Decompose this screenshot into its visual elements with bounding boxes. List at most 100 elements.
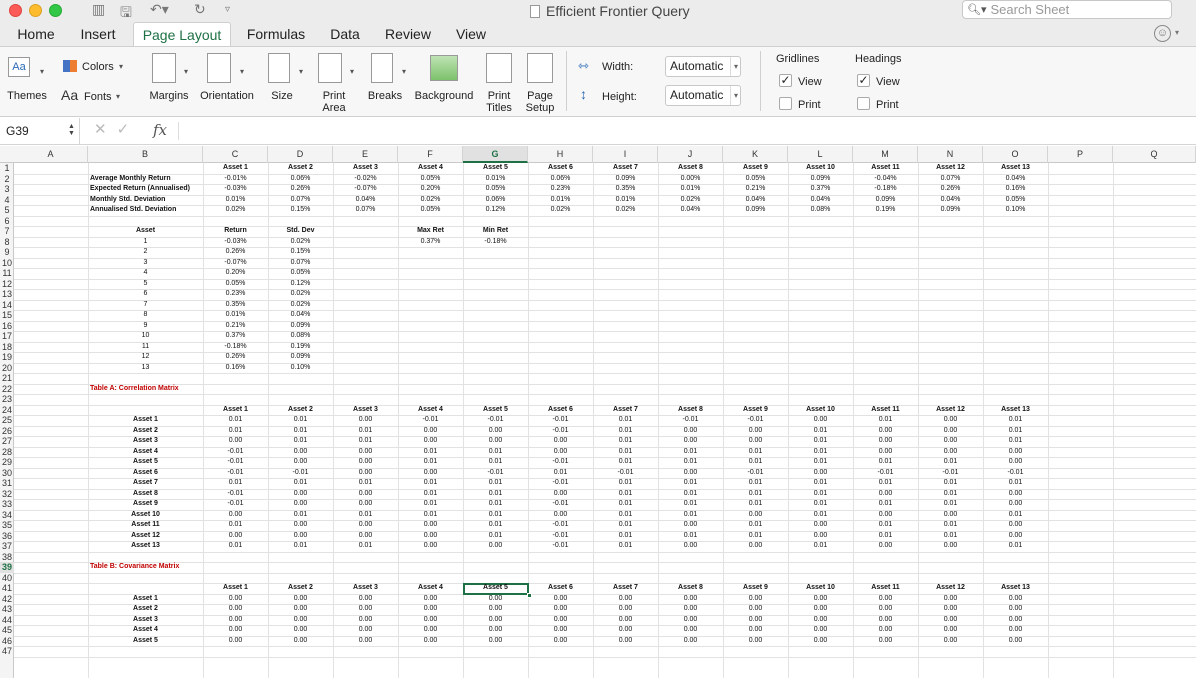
row-header-5[interactable]: 5 xyxy=(0,205,14,216)
row-header-27[interactable]: 27 xyxy=(0,436,14,447)
column-header-b[interactable]: B xyxy=(88,146,203,163)
themes-dropdown-icon[interactable]: ▾ xyxy=(40,67,44,76)
fonts-button-label[interactable]: Fonts xyxy=(84,91,112,103)
tab-page-layout[interactable]: Page Layout xyxy=(133,22,231,46)
column-header-k[interactable]: K xyxy=(723,146,788,163)
row-header-7[interactable]: 7 xyxy=(0,226,14,237)
row-header-12[interactable]: 12 xyxy=(0,279,14,290)
row-header-24[interactable]: 24 xyxy=(0,405,14,416)
fonts-icon[interactable]: Aa xyxy=(61,87,78,103)
row-header-47[interactable]: 47 xyxy=(0,646,14,657)
tab-formulas[interactable]: Formulas xyxy=(240,22,312,46)
column-header-c[interactable]: C xyxy=(203,146,268,163)
row-header-21[interactable]: 21 xyxy=(0,373,14,384)
minimize-window-button[interactable] xyxy=(29,4,42,17)
row-header-30[interactable]: 30 xyxy=(0,468,14,479)
print-area-dropdown-icon[interactable]: ▾ xyxy=(350,67,354,76)
headings-view-checkbox[interactable]: ✓ xyxy=(857,74,870,87)
tab-data[interactable]: Data xyxy=(322,22,368,46)
redo-icon[interactable]: ↻ xyxy=(194,2,206,18)
row-header-32[interactable]: 32 xyxy=(0,489,14,500)
column-header-n[interactable]: N xyxy=(918,146,983,163)
row-header-29[interactable]: 29 xyxy=(0,457,14,468)
row-header-34[interactable]: 34 xyxy=(0,510,14,521)
row-header-2[interactable]: 2 xyxy=(0,174,14,185)
row-header-3[interactable]: 3 xyxy=(0,184,14,195)
row-header-9[interactable]: 9 xyxy=(0,247,14,258)
size-icon[interactable] xyxy=(268,53,290,83)
page-setup-button-label[interactable]: Page Setup xyxy=(522,90,558,114)
column-header-p[interactable]: P xyxy=(1048,146,1113,163)
feedback-smiley-icon[interactable]: ☺ xyxy=(1154,25,1171,42)
formula-input[interactable] xyxy=(184,118,1184,144)
orientation-icon[interactable] xyxy=(207,53,231,83)
margins-button-label[interactable]: Margins xyxy=(146,90,192,102)
row-header-26[interactable]: 26 xyxy=(0,426,14,437)
tab-home[interactable]: Home xyxy=(8,22,64,46)
breaks-button-label[interactable]: Breaks xyxy=(364,90,406,102)
breaks-icon[interactable] xyxy=(371,53,393,83)
themes-icon[interactable]: Aa xyxy=(8,57,30,77)
column-header-g[interactable]: G xyxy=(463,146,528,163)
size-dropdown-icon[interactable]: ▾ xyxy=(299,67,303,76)
column-header-h[interactable]: H xyxy=(528,146,593,163)
row-header-37[interactable]: 37 xyxy=(0,541,14,552)
row-header-17[interactable]: 17 xyxy=(0,331,14,342)
row-header-25[interactable]: 25 xyxy=(0,415,14,426)
orientation-button-label[interactable]: Orientation xyxy=(197,90,257,102)
gridlines-print-checkbox[interactable] xyxy=(779,97,792,110)
page-setup-icon[interactable] xyxy=(527,53,553,83)
column-header-l[interactable]: L xyxy=(788,146,853,163)
row-header-35[interactable]: 35 xyxy=(0,520,14,531)
cell-area[interactable]: Asset 1 Asset 2 Asset 3 Asset 4 Asset 5 Asset… xyxy=(14,163,1196,678)
breaks-dropdown-icon[interactable]: ▾ xyxy=(402,67,406,76)
print-area-icon[interactable] xyxy=(318,53,342,83)
row-header-42[interactable]: 42 xyxy=(0,594,14,605)
background-image-icon[interactable] xyxy=(430,55,458,81)
colors-icon[interactable] xyxy=(63,60,77,72)
row-header-10[interactable]: 10 xyxy=(0,258,14,269)
row-header-39[interactable]: 39 xyxy=(0,562,14,573)
margins-icon[interactable] xyxy=(152,53,176,83)
column-header-m[interactable]: M xyxy=(853,146,918,163)
tab-view[interactable]: View xyxy=(448,22,494,46)
customize-toolbar-icon[interactable]: ▿ xyxy=(225,4,230,15)
column-header-d[interactable]: D xyxy=(268,146,333,163)
tab-insert[interactable]: Insert xyxy=(72,22,124,46)
row-header-19[interactable]: 19 xyxy=(0,352,14,363)
fonts-dropdown-icon[interactable]: ▾ xyxy=(116,92,120,101)
column-header-e[interactable]: E xyxy=(333,146,398,163)
search-input[interactable]: 🔍︎▾ Search Sheet xyxy=(962,0,1172,19)
column-header-j[interactable]: J xyxy=(658,146,723,163)
row-header-15[interactable]: 15 xyxy=(0,310,14,321)
column-header-q[interactable]: Q xyxy=(1113,146,1196,163)
row-header-31[interactable]: 31 xyxy=(0,478,14,489)
row-header-16[interactable]: 16 xyxy=(0,321,14,332)
row-header-44[interactable]: 44 xyxy=(0,615,14,626)
column-header-i[interactable]: I xyxy=(593,146,658,163)
column-header-f[interactable]: F xyxy=(398,146,463,163)
colors-dropdown-icon[interactable]: ▾ xyxy=(119,62,123,71)
print-titles-button-label[interactable]: Print Titles xyxy=(482,90,516,114)
size-button-label[interactable]: Size xyxy=(262,90,302,102)
margins-dropdown-icon[interactable]: ▾ xyxy=(184,67,188,76)
gridlines-view-checkbox[interactable]: ✓ xyxy=(779,74,792,87)
row-header-13[interactable]: 13 xyxy=(0,289,14,300)
row-header-28[interactable]: 28 xyxy=(0,447,14,458)
themes-button-label[interactable]: Themes xyxy=(4,90,50,102)
row-header-20[interactable]: 20 xyxy=(0,363,14,374)
row-header-8[interactable]: 8 xyxy=(0,237,14,248)
insert-function-icon[interactable]: fx xyxy=(153,121,167,139)
row-header-22[interactable]: 22 xyxy=(0,384,14,395)
tab-review[interactable]: Review xyxy=(378,22,438,46)
row-header-33[interactable]: 33 xyxy=(0,499,14,510)
row-header-1[interactable]: 1 xyxy=(0,163,14,174)
zoom-window-button[interactable] xyxy=(49,4,62,17)
row-header-4[interactable]: 4 xyxy=(0,195,14,206)
row-header-36[interactable]: 36 xyxy=(0,531,14,542)
close-window-button[interactable] xyxy=(9,4,22,17)
row-header-18[interactable]: 18 xyxy=(0,342,14,353)
undo-icon[interactable]: ↶▾ xyxy=(150,2,169,18)
height-select[interactable]: Automatic ▾ xyxy=(665,85,741,106)
headings-print-checkbox[interactable] xyxy=(857,97,870,110)
